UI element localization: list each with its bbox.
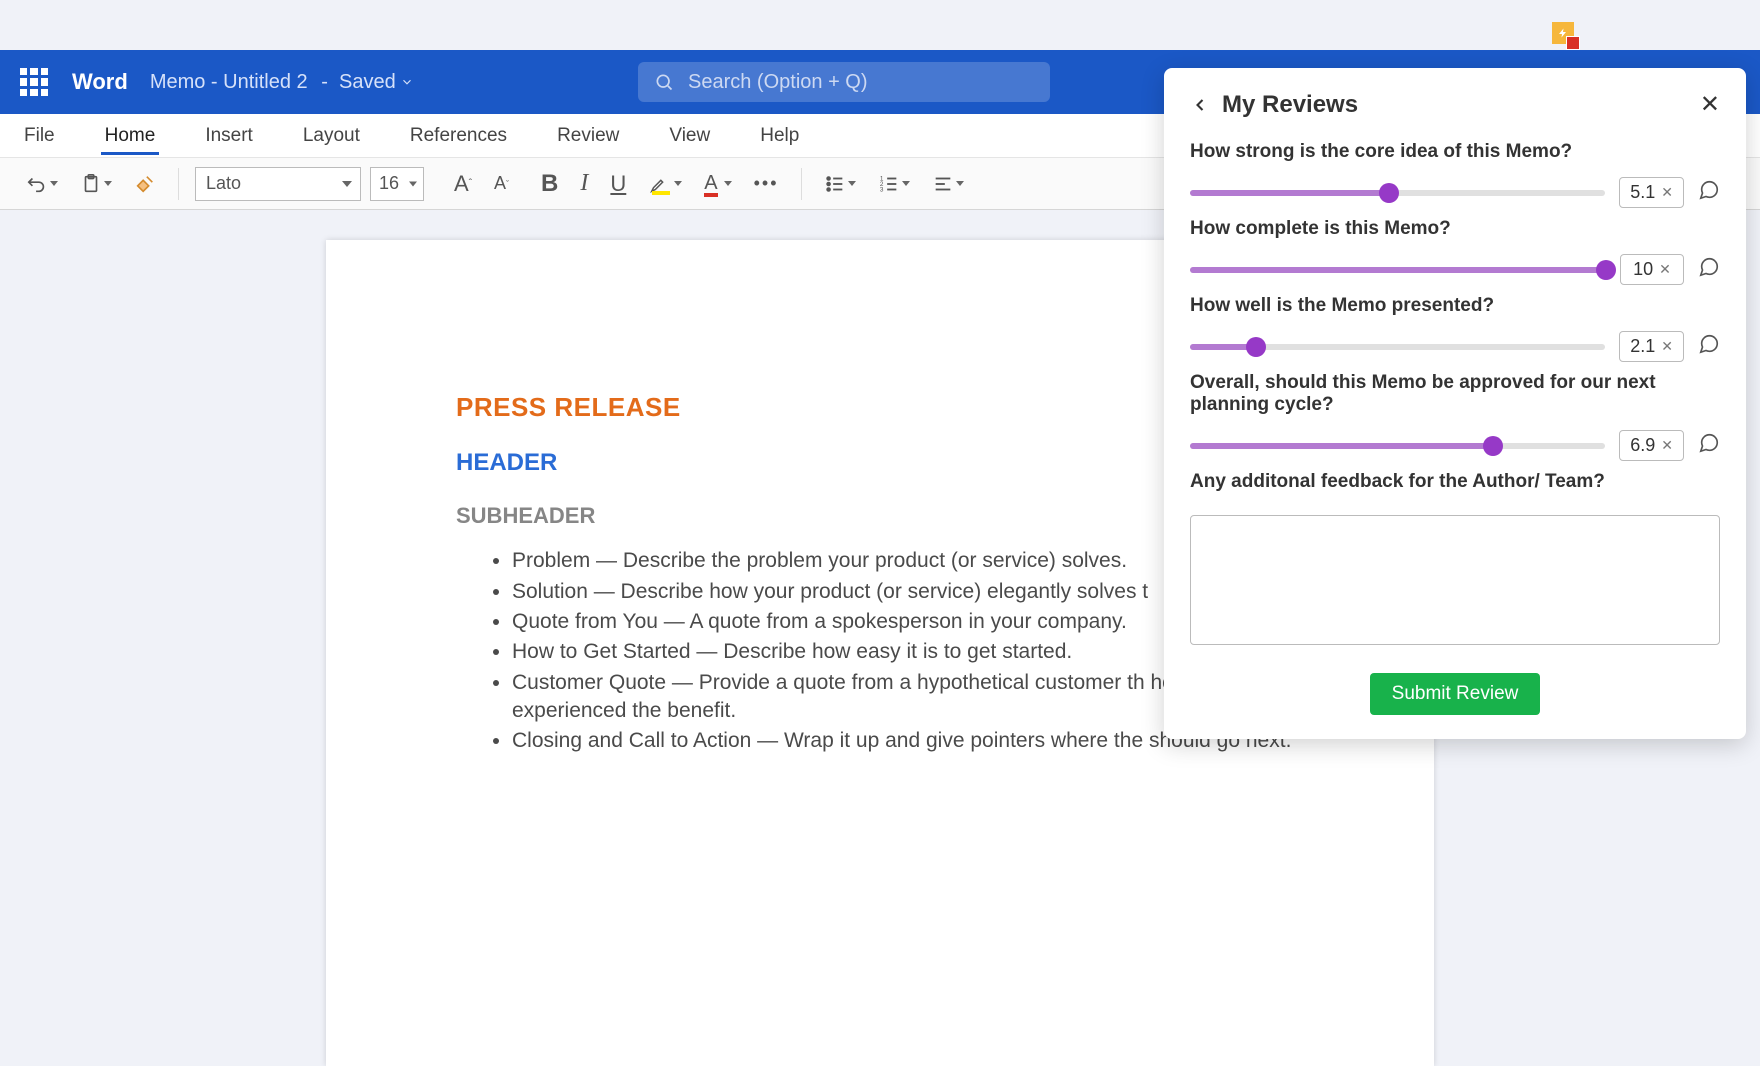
score-box[interactable]: 2.1 ✕ [1619, 331, 1684, 362]
comment-icon[interactable] [1698, 432, 1720, 460]
tab-view[interactable]: View [665, 117, 714, 155]
slider-thumb[interactable] [1596, 260, 1616, 280]
app-launcher-icon[interactable] [20, 68, 48, 96]
italic-button[interactable]: I [574, 166, 594, 201]
tab-layout[interactable]: Layout [299, 117, 364, 155]
slider-thumb[interactable] [1483, 436, 1503, 456]
increase-font-button[interactable]: Aˆ [448, 167, 478, 201]
submit-review-button[interactable]: Submit Review [1370, 673, 1541, 715]
score-box[interactable]: 6.9 ✕ [1619, 430, 1684, 461]
tab-help[interactable]: Help [756, 117, 803, 155]
bold-button[interactable]: B [535, 166, 564, 202]
comment-icon[interactable] [1698, 333, 1720, 361]
numbered-list-button[interactable]: 123 [872, 169, 916, 199]
search-placeholder: Search (Option + Q) [688, 71, 868, 94]
bullet-list-button[interactable] [818, 169, 862, 199]
tab-review[interactable]: Review [553, 117, 623, 155]
decrease-font-button[interactable]: Aˇ [488, 169, 515, 198]
document-title[interactable]: Memo - Untitled 2 [150, 71, 308, 94]
align-button[interactable] [926, 169, 970, 199]
format-painter-button[interactable] [128, 169, 162, 199]
save-status[interactable]: - Saved [316, 71, 414, 94]
review-question-label: How well is the Memo presented? [1190, 295, 1720, 317]
comment-icon[interactable] [1698, 179, 1720, 207]
notification-badge-icon[interactable] [1552, 22, 1574, 44]
back-icon[interactable] [1190, 95, 1210, 115]
clear-score-icon[interactable]: ✕ [1661, 184, 1673, 201]
tab-file[interactable]: File [20, 117, 59, 155]
feedback-label: Any additonal feedback for the Author/ T… [1190, 471, 1720, 493]
highlight-button[interactable] [642, 169, 688, 199]
app-name: Word [72, 69, 128, 95]
svg-text:3: 3 [879, 186, 883, 193]
font-size-select[interactable]: 16 [370, 167, 424, 201]
slider-thumb[interactable] [1379, 183, 1399, 203]
feedback-textarea[interactable] [1190, 515, 1720, 645]
clear-score-icon[interactable]: ✕ [1659, 261, 1671, 278]
review-slider[interactable] [1190, 267, 1606, 273]
tab-references[interactable]: References [406, 117, 511, 155]
clear-score-icon[interactable]: ✕ [1661, 437, 1673, 454]
score-value: 6.9 [1630, 435, 1655, 456]
underline-button[interactable]: U [604, 167, 632, 201]
review-slider[interactable] [1190, 443, 1605, 449]
review-slider[interactable] [1190, 344, 1605, 350]
score-value: 10 [1633, 259, 1653, 280]
panel-title: My Reviews [1222, 91, 1700, 119]
my-reviews-panel: My Reviews ✕ How strong is the core idea… [1164, 68, 1746, 739]
score-box[interactable]: 5.1 ✕ [1619, 177, 1684, 208]
close-icon[interactable]: ✕ [1700, 90, 1720, 119]
score-value: 2.1 [1630, 336, 1655, 357]
review-question-label: Overall, should this Memo be approved fo… [1190, 372, 1720, 416]
score-value: 5.1 [1630, 182, 1655, 203]
paste-button[interactable] [74, 169, 118, 199]
search-input[interactable]: Search (Option + Q) [638, 62, 1050, 102]
font-name-select[interactable]: Lato [195, 167, 361, 201]
undo-button[interactable] [20, 169, 64, 199]
review-question-label: How strong is the core idea of this Memo… [1190, 141, 1720, 163]
comment-icon[interactable] [1698, 256, 1720, 284]
slider-thumb[interactable] [1246, 337, 1266, 357]
tab-home[interactable]: Home [101, 117, 160, 155]
review-question-label: How complete is this Memo? [1190, 218, 1720, 240]
tab-insert[interactable]: Insert [201, 117, 257, 155]
clear-score-icon[interactable]: ✕ [1661, 338, 1673, 355]
more-formatting-button[interactable]: ••• [748, 169, 785, 198]
font-color-button[interactable]: A [698, 168, 737, 199]
review-slider[interactable] [1190, 190, 1605, 196]
score-box[interactable]: 10 ✕ [1620, 254, 1684, 285]
